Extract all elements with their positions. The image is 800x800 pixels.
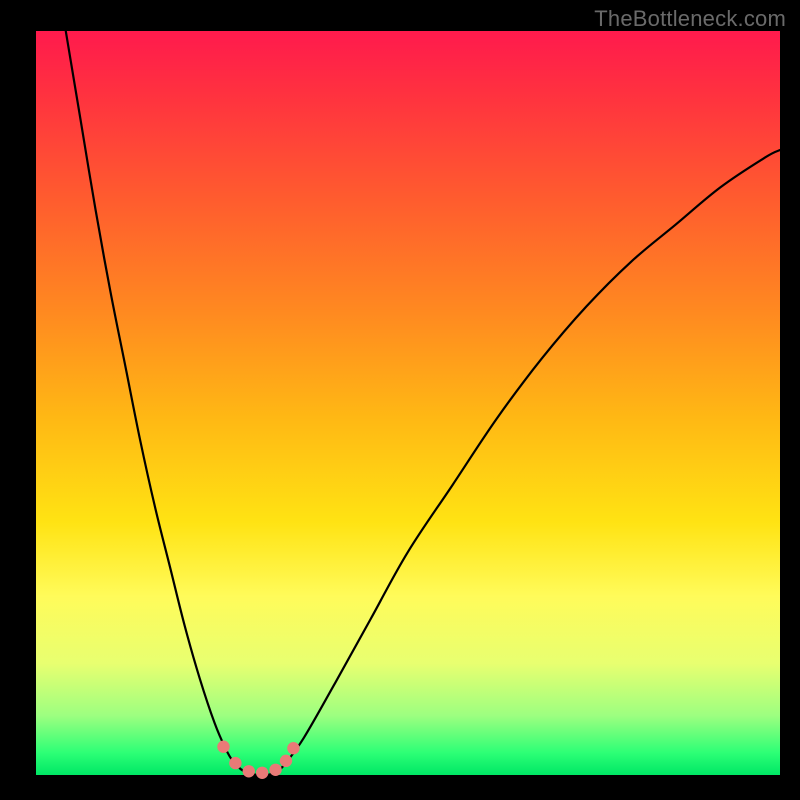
marker-dot (217, 741, 229, 753)
watermark-text: TheBottleneck.com (594, 6, 786, 32)
chart-plot-area (36, 31, 780, 775)
marker-dot (280, 755, 292, 767)
marker-dot (243, 765, 255, 777)
chart-svg (36, 31, 780, 775)
curve-right-branch (285, 150, 780, 764)
marker-dot (229, 757, 241, 769)
marker-dot (287, 742, 299, 754)
marker-dot (269, 764, 281, 776)
marker-dot-group (217, 741, 299, 779)
marker-dot (256, 767, 268, 779)
curve-left-branch (66, 31, 241, 769)
